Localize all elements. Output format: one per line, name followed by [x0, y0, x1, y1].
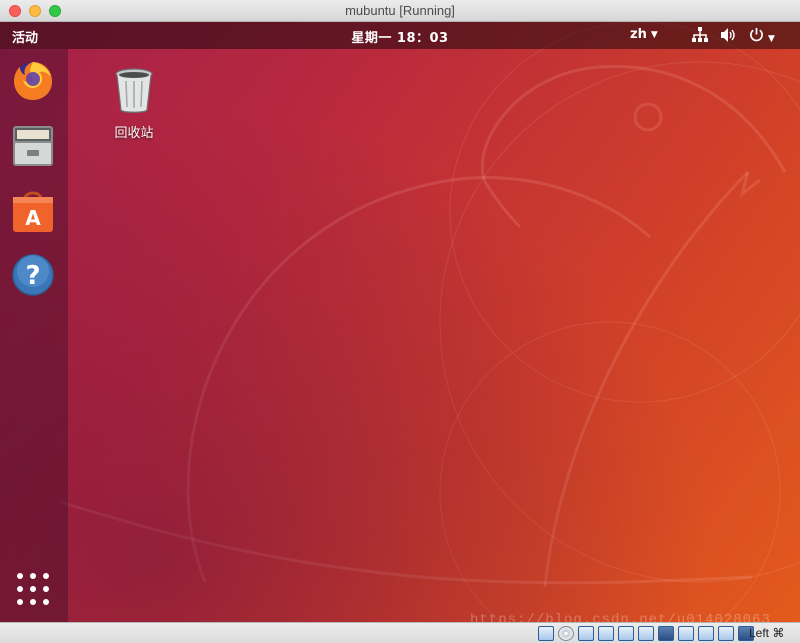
usb-icon[interactable]: [618, 626, 634, 641]
mouse-integration-icon[interactable]: [718, 626, 734, 641]
dock: A ?: [0, 49, 68, 622]
show-applications-button[interactable]: [17, 573, 49, 605]
video-capture-icon[interactable]: [678, 626, 694, 641]
top-bar: 活动 星期一 18：03 zh ▼ ▼: [0, 22, 800, 49]
clock[interactable]: 星期一 18：03: [0, 27, 800, 46]
window-titlebar[interactable]: mubuntu [Running]: [0, 0, 800, 22]
optical-drive-icon[interactable]: [558, 626, 574, 641]
shopping-bag-icon: A: [13, 191, 53, 232]
audio-icon[interactable]: [578, 626, 594, 641]
virtualization-icon[interactable]: [698, 626, 714, 641]
chevron-down-icon: ▼: [768, 34, 775, 44]
language-label: zh: [630, 27, 647, 42]
trash-icon: [115, 68, 153, 113]
shared-folders-icon[interactable]: [638, 626, 654, 641]
firefox-icon: [14, 62, 53, 100]
display-icon[interactable]: [658, 626, 674, 641]
dock-item-software[interactable]: A: [10, 187, 56, 233]
chevron-down-icon: ▼: [650, 30, 658, 40]
trash-label: 回收站: [114, 126, 154, 141]
ubuntu-desktop[interactable]: 活动 星期一 18：03 zh ▼ ▼ A ? 回收站 https://blog…: [0, 22, 800, 622]
hard-disk-icon[interactable]: [538, 626, 554, 641]
watermark: https://blog.csdn.net/u014028063: [470, 612, 771, 622]
power-menu[interactable]: ▼: [749, 27, 775, 46]
window-title: mubuntu [Running]: [345, 3, 455, 18]
desktop-trash[interactable]: 回收站: [104, 66, 164, 141]
host-key-label: Left ⌘: [749, 626, 785, 640]
file-cabinet-icon: [13, 126, 53, 166]
input-language-menu[interactable]: zh ▼: [630, 27, 658, 42]
svg-text:A: A: [25, 206, 41, 230]
network-icon[interactable]: [692, 27, 708, 47]
help-icon: ?: [12, 254, 54, 296]
power-icon: [750, 27, 763, 42]
dock-item-files[interactable]: [10, 122, 56, 168]
dock-item-help[interactable]: ?: [10, 252, 56, 298]
svg-text:?: ?: [25, 261, 40, 291]
volume-icon[interactable]: [720, 27, 736, 47]
network-adapter-icon[interactable]: [598, 626, 614, 641]
dock-item-firefox[interactable]: [10, 57, 56, 103]
vm-status-bar: Left ⌘: [0, 622, 800, 643]
